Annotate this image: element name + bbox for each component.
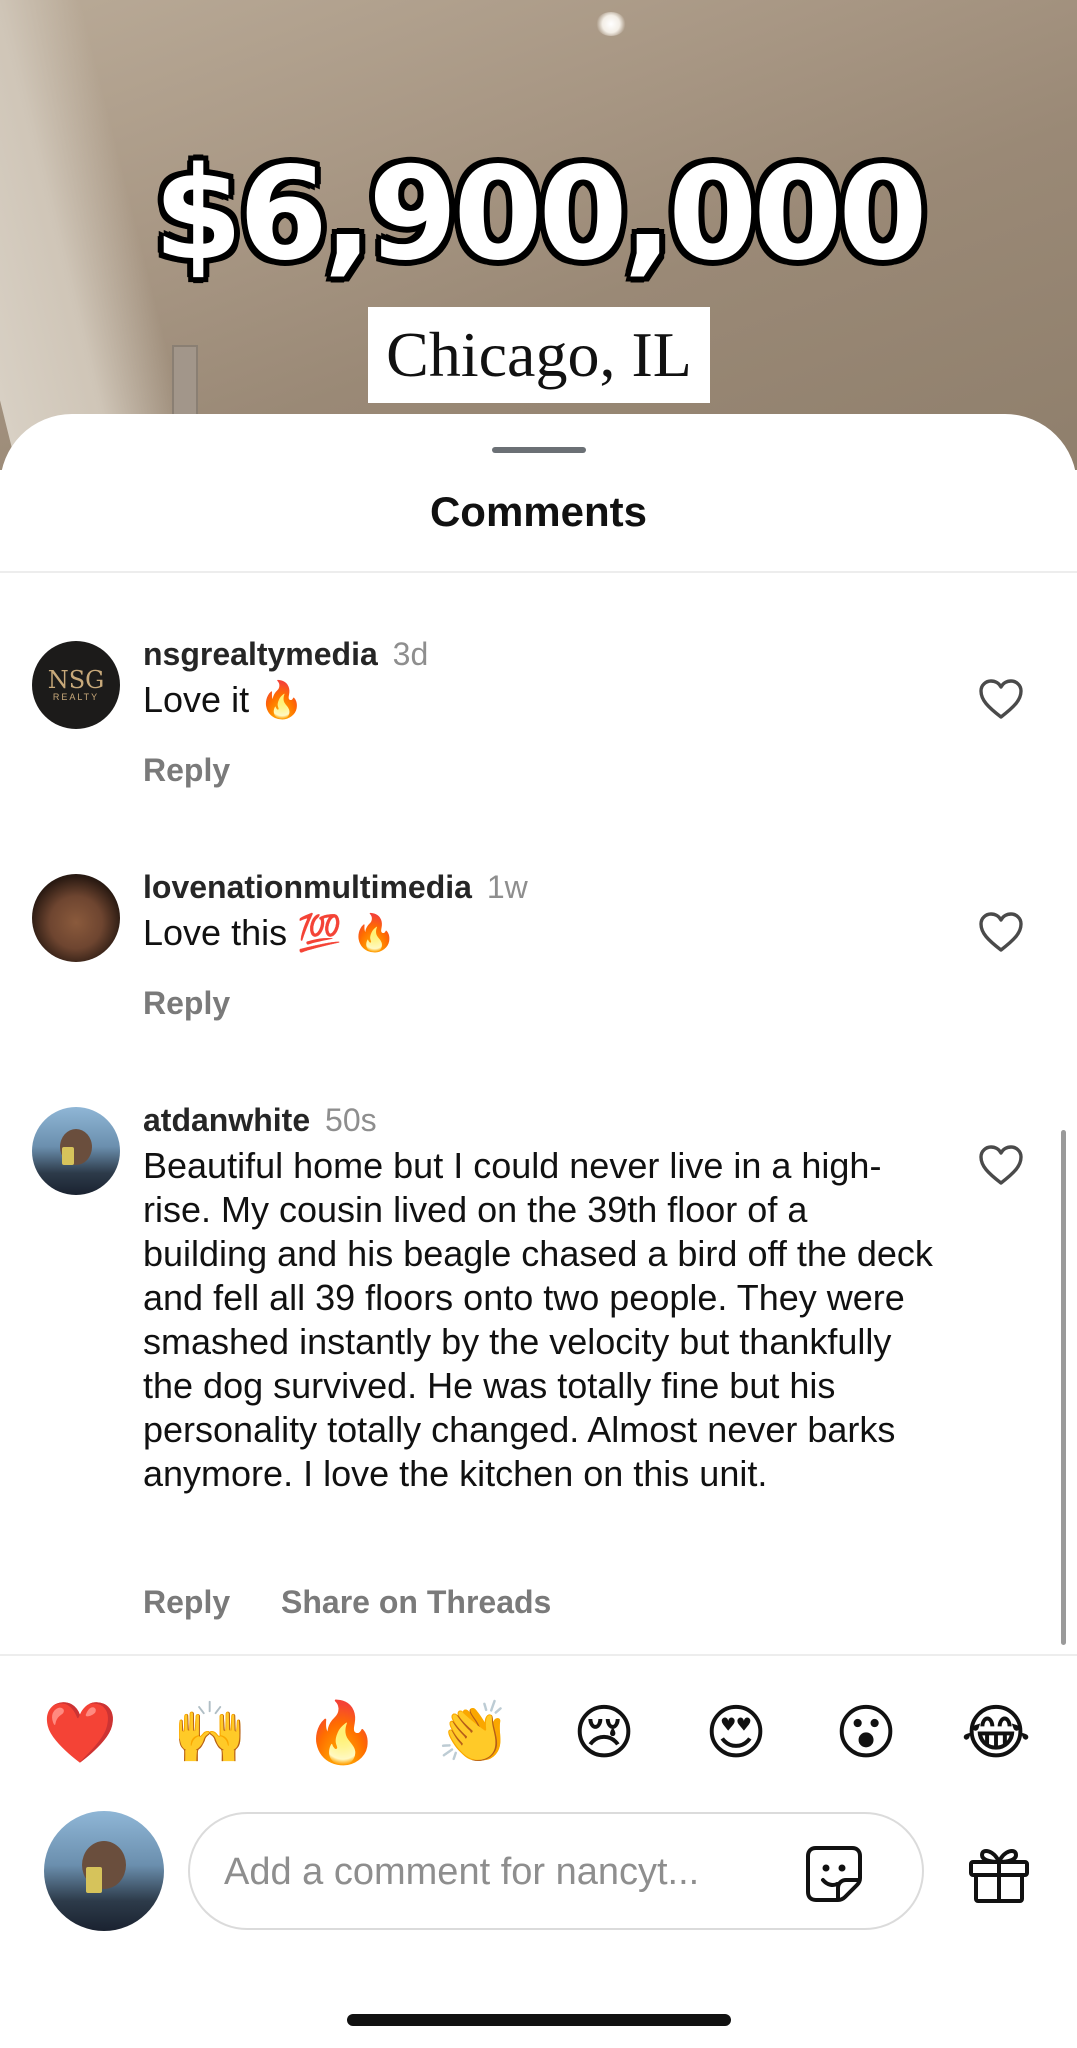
- share-on-threads-button[interactable]: Share on Threads: [281, 1584, 551, 1620]
- comment-header: atdanwhite 50s: [143, 1102, 377, 1139]
- reply-button[interactable]: Reply: [143, 985, 230, 1021]
- video-background: $6,900,000 Chicago, IL: [0, 0, 1077, 470]
- current-user-avatar[interactable]: [44, 1811, 164, 1931]
- comment-username[interactable]: atdanwhite: [143, 1102, 310, 1138]
- quick-reactions-bar: ❤️ 🙌 🔥 👏 😢 😍 😮 😂: [0, 1695, 1077, 1771]
- avatar[interactable]: NSG REALTY: [32, 641, 120, 729]
- reaction-heart[interactable]: ❤️: [42, 1695, 118, 1771]
- comment-actions: Reply: [143, 985, 272, 1022]
- comment-text: Beautiful home but I could never live in…: [143, 1145, 933, 1494]
- sticker-icon[interactable]: [802, 1842, 866, 1906]
- comment-text: Love this 💯 🔥: [143, 912, 397, 953]
- sheet-title: Comments: [429, 488, 648, 535]
- reaction-heart-eyes[interactable]: 😍: [698, 1695, 774, 1771]
- comment-time: 1w: [486, 869, 528, 905]
- comment-text: Love it 🔥: [143, 679, 304, 720]
- home-indicator[interactable]: [347, 2014, 731, 2026]
- reaction-clap[interactable]: 👏: [436, 1695, 512, 1771]
- reaction-surprised[interactable]: 😮: [828, 1695, 904, 1771]
- heart-outline-icon[interactable]: [978, 1144, 1024, 1186]
- comment-header: lovenationmultimedia 1w: [143, 869, 528, 906]
- gift-icon[interactable]: [966, 1844, 1032, 1904]
- reaction-laughing[interactable]: 😂: [958, 1695, 1034, 1771]
- comment-composer: [188, 1812, 924, 1930]
- composer-divider: [0, 1654, 1077, 1656]
- ceiling-light: [596, 12, 626, 36]
- comment-input[interactable]: [224, 1842, 784, 1902]
- comment-time: 50s: [325, 1102, 377, 1138]
- avatar[interactable]: [32, 1107, 120, 1195]
- location-label: Chicago, IL: [368, 307, 710, 403]
- avatar[interactable]: [32, 874, 120, 962]
- comment-username[interactable]: lovenationmultimedia: [143, 869, 472, 905]
- reaction-fire[interactable]: 🔥: [304, 1695, 380, 1771]
- avatar-monogram: NSG: [47, 665, 105, 694]
- comment-username[interactable]: nsgrealtymedia: [143, 636, 378, 672]
- comment-actions: Reply Share on Threads: [143, 1584, 593, 1621]
- reply-button[interactable]: Reply: [143, 1584, 230, 1620]
- avatar-phone: [86, 1867, 102, 1893]
- comments-sheet: Comments NSG REALTY nsgrealtymedia 3d Lo…: [0, 414, 1077, 2048]
- avatar-subtext: REALTY: [52, 691, 100, 702]
- heart-outline-icon[interactable]: [978, 911, 1024, 953]
- comment-header: nsgrealtymedia 3d: [143, 636, 428, 673]
- sheet-grabber[interactable]: [492, 447, 586, 453]
- comment-actions: Reply: [143, 752, 272, 789]
- comment-time: 3d: [392, 636, 429, 672]
- scrollbar[interactable]: [1061, 1130, 1066, 1645]
- reply-button[interactable]: Reply: [143, 752, 230, 788]
- price-overlay: $6,900,000: [153, 140, 928, 289]
- reaction-crying[interactable]: 😢: [566, 1695, 642, 1771]
- reaction-raised-hands[interactable]: 🙌: [172, 1695, 248, 1771]
- heart-outline-icon[interactable]: [978, 678, 1024, 720]
- header-divider: [0, 571, 1077, 573]
- avatar-phone: [62, 1147, 74, 1165]
